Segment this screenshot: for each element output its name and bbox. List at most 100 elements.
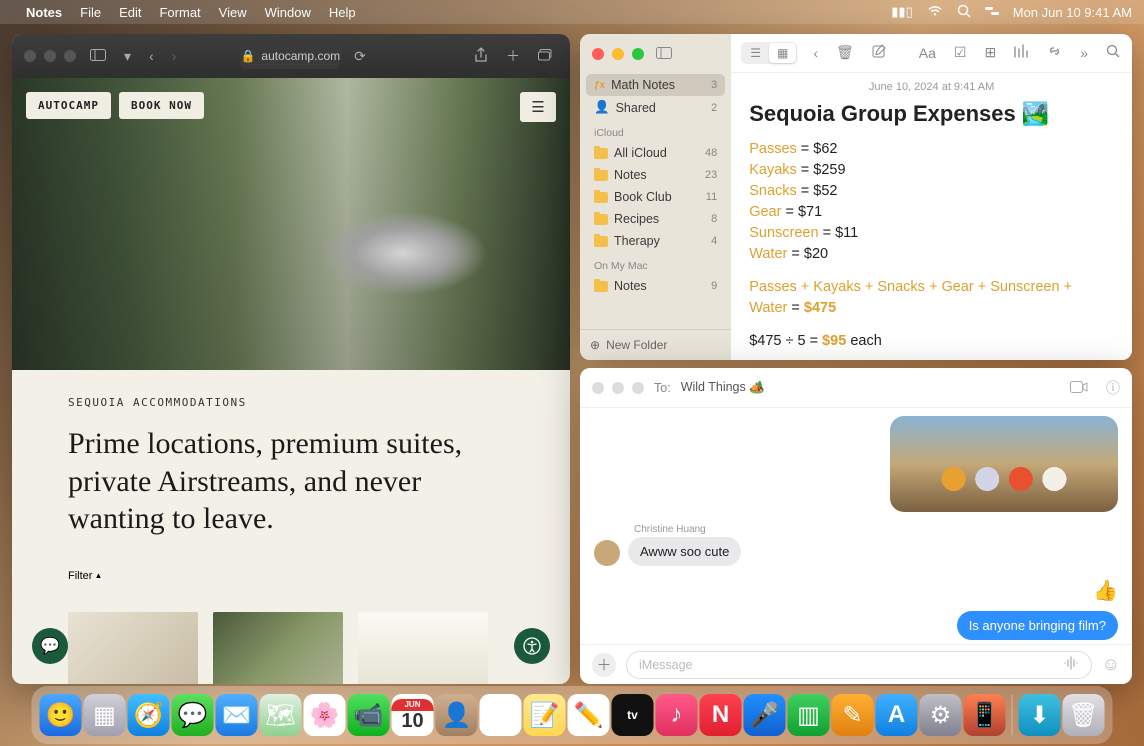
dock-calendar[interactable]: JUN10 bbox=[392, 694, 434, 736]
dock-trash[interactable]: 🗑 bbox=[1063, 694, 1105, 736]
dock-launchpad[interactable]: ▦ bbox=[84, 694, 126, 736]
book-now-button[interactable]: BOOK NOW bbox=[119, 92, 204, 119]
reload-icon[interactable]: ⟳ bbox=[350, 48, 370, 65]
battery-icon[interactable]: ▮▮▯ bbox=[891, 4, 912, 20]
message-bubble[interactable]: Is anyone bringing film? bbox=[957, 611, 1118, 640]
sidebar-item-recipes[interactable]: Recipes8 bbox=[586, 208, 725, 230]
filter-button[interactable]: Filter▲ bbox=[68, 570, 102, 582]
menu-help[interactable]: Help bbox=[329, 5, 356, 20]
brand-logo[interactable]: AUTOCAMP bbox=[26, 92, 111, 119]
notes-traffic-lights[interactable] bbox=[592, 48, 644, 60]
dock-notes[interactable]: 📝 bbox=[524, 694, 566, 736]
message-row bbox=[594, 416, 1118, 512]
dock-downloads[interactable]: ⬇ bbox=[1019, 694, 1061, 736]
forward-button[interactable]: › bbox=[168, 48, 181, 64]
sidebar-item-notes[interactable]: Notes9 bbox=[586, 275, 725, 297]
dock-contacts[interactable]: 👤 bbox=[436, 694, 478, 736]
messages-traffic-lights[interactable] bbox=[592, 382, 644, 394]
emoji-picker-icon[interactable]: ☺ bbox=[1102, 654, 1120, 675]
dock-music[interactable]: ♪ bbox=[656, 694, 698, 736]
menu-view[interactable]: View bbox=[219, 5, 247, 20]
menu-file[interactable]: File bbox=[80, 5, 101, 20]
trash-icon[interactable]: 🗑 bbox=[834, 44, 856, 61]
menu-edit[interactable]: Edit bbox=[119, 5, 141, 20]
text-style-icon[interactable]: Aa bbox=[917, 45, 938, 61]
accessibility-fab[interactable] bbox=[514, 628, 550, 664]
search-icon[interactable] bbox=[1104, 44, 1122, 61]
dock-facetime[interactable]: 📹 bbox=[348, 694, 390, 736]
list-view-icon[interactable]: ☰ bbox=[742, 43, 769, 63]
app-menu[interactable]: Notes bbox=[26, 5, 62, 20]
chevron-down-icon[interactable]: ▾ bbox=[120, 48, 135, 65]
dock-numbers[interactable]: ▥ bbox=[788, 694, 830, 736]
thumb-room[interactable] bbox=[358, 612, 488, 685]
dock-reminders[interactable]: ☑︎ bbox=[480, 694, 522, 736]
thumb-airstream[interactable] bbox=[213, 612, 343, 685]
control-center-icon[interactable] bbox=[985, 5, 999, 20]
note-body[interactable]: June 10, 2024 at 9:41 AM Sequoia Group E… bbox=[731, 73, 1132, 360]
sidebar-item-count: 48 bbox=[705, 147, 717, 159]
sidebar-item-notes[interactable]: Notes23 bbox=[586, 164, 725, 186]
compose-icon[interactable] bbox=[870, 44, 889, 62]
facetime-video-icon[interactable] bbox=[1070, 380, 1088, 396]
dock-pages[interactable]: ✎ bbox=[832, 694, 874, 736]
menu-format[interactable]: Format bbox=[159, 5, 200, 20]
message-input[interactable]: iMessage bbox=[626, 651, 1092, 679]
dock-tv[interactable]: tv bbox=[612, 694, 654, 736]
hero-image: AUTOCAMP BOOK NOW ☰ bbox=[12, 78, 570, 370]
sidebar-item-shared[interactable]: 👤Shared2 bbox=[586, 96, 725, 119]
new-tab-icon[interactable]: ＋ bbox=[502, 46, 524, 66]
sidebar-item-all-icloud[interactable]: All iCloud48 bbox=[586, 142, 725, 164]
dock-appstore[interactable]: A bbox=[876, 694, 918, 736]
thumb-suite[interactable] bbox=[68, 612, 198, 685]
waveform-icon[interactable] bbox=[1063, 656, 1079, 673]
media-icon[interactable] bbox=[1012, 44, 1031, 61]
chat-fab[interactable]: 💬 bbox=[32, 628, 68, 664]
tabs-icon[interactable] bbox=[534, 48, 558, 64]
message-bubble[interactable]: Awww soo cute bbox=[628, 537, 741, 566]
dock-keynote[interactable]: 🎤 bbox=[744, 694, 786, 736]
table-icon[interactable]: ⊞ bbox=[982, 44, 998, 61]
sidebar-item-therapy[interactable]: Therapy4 bbox=[586, 230, 725, 252]
conversation-title[interactable]: Wild Things 🏕️ bbox=[681, 380, 765, 395]
dock-photos[interactable]: 🌸 bbox=[304, 694, 346, 736]
new-folder-button[interactable]: ⊕ New Folder bbox=[580, 329, 731, 360]
back-button[interactable]: ‹ bbox=[145, 48, 158, 64]
attach-button[interactable]: ＋ bbox=[592, 653, 616, 677]
image-message[interactable] bbox=[890, 416, 1118, 512]
safari-traffic-lights[interactable] bbox=[24, 50, 76, 62]
tapback-reaction[interactable]: 👍 bbox=[1093, 578, 1118, 603]
dock-messages[interactable]: 💬 bbox=[172, 694, 214, 736]
note-line: Water = $20 bbox=[749, 244, 1114, 265]
dock-news[interactable]: N bbox=[700, 694, 742, 736]
hamburger-menu[interactable]: ☰ bbox=[520, 92, 556, 122]
dock-maps[interactable]: 🗺 bbox=[260, 694, 302, 736]
checklist-icon[interactable]: ☑ bbox=[952, 44, 969, 61]
dock-mail[interactable]: ✉️ bbox=[216, 694, 258, 736]
menu-window[interactable]: Window bbox=[265, 5, 311, 20]
messages-window: To: Wild Things 🏕️ ⓘ Christine HuangAwww… bbox=[580, 368, 1132, 684]
dock-iphone-mirror[interactable]: 📱 bbox=[964, 694, 1006, 736]
dock-safari[interactable]: 🧭 bbox=[128, 694, 170, 736]
dock-settings[interactable]: ⚙ bbox=[920, 694, 962, 736]
avatar[interactable] bbox=[594, 540, 620, 566]
share-icon[interactable] bbox=[470, 47, 492, 66]
back-icon[interactable]: ‹ bbox=[811, 45, 820, 61]
address-bar[interactable]: 🔒 autocamp.com bbox=[240, 43, 340, 69]
dock-finder[interactable]: 🙂 bbox=[40, 694, 82, 736]
message-thread[interactable]: Christine HuangAwww soo cute👍Is anyone b… bbox=[580, 408, 1132, 644]
sidebar-item-math-notes[interactable]: ƒxMath Notes3 bbox=[586, 74, 725, 96]
sidebar-item-book-club[interactable]: Book Club11 bbox=[586, 186, 725, 208]
view-mode-toggle[interactable]: ☰ ▦ bbox=[741, 42, 797, 64]
link-icon[interactable] bbox=[1045, 44, 1064, 61]
gallery-view-icon[interactable]: ▦ bbox=[769, 43, 796, 63]
menubar-datetime[interactable]: Mon Jun 10 9:41 AM bbox=[1013, 5, 1132, 20]
sidebar-toggle-icon[interactable] bbox=[656, 46, 672, 62]
spotlight-icon[interactable] bbox=[957, 4, 971, 21]
info-icon[interactable]: ⓘ bbox=[1106, 378, 1120, 398]
more-icon[interactable]: » bbox=[1078, 45, 1090, 61]
safari-window: ▾ ‹ › 🔒 autocamp.com ⟳ ＋ AUTOCAMP BOOK N… bbox=[12, 34, 570, 684]
dock-freeform[interactable]: ✏️ bbox=[568, 694, 610, 736]
wifi-icon[interactable] bbox=[927, 5, 943, 20]
sidebar-toggle-icon[interactable] bbox=[86, 48, 110, 64]
